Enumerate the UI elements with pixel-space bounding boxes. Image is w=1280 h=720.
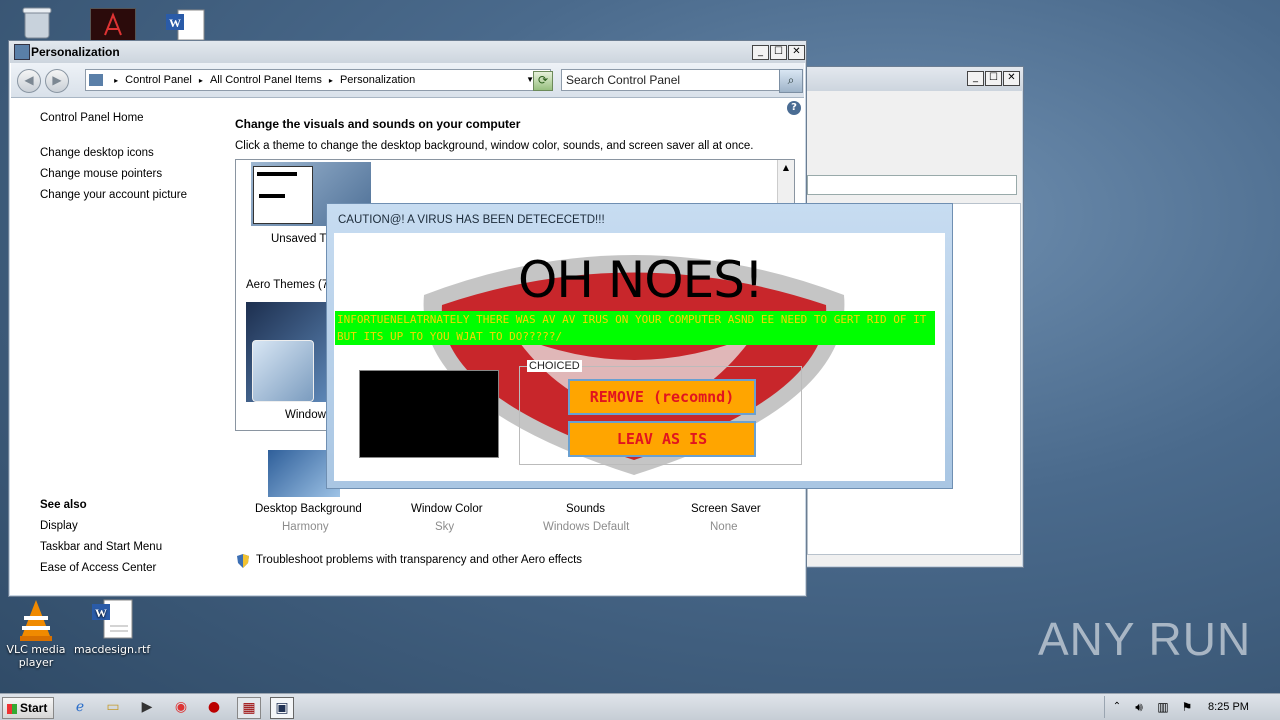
window-color-value: Sky [435,521,455,533]
page-subtext: Click a theme to change the desktop back… [235,140,754,152]
forward-button[interactable]: ▶ [45,69,69,93]
vlc-desktop-icon[interactable]: VLC media player [0,598,72,669]
ie-icon[interactable]: ℯ [69,697,91,717]
minimize-button[interactable]: _ [752,45,769,60]
windows-theme-label: Window [285,409,326,421]
taskbar-start-menu-link[interactable]: Taskbar and Start Menu [40,541,162,553]
word-doc-icon[interactable]: W [164,8,208,41]
chrome-icon[interactable]: ◉ [170,697,192,717]
recycle-bin-icon[interactable] [18,6,56,40]
anyrun-watermark: ANY RUN [1038,613,1252,665]
ease-of-access-link[interactable]: Ease of Access Center [40,562,156,574]
search-icon[interactable]: ⌕ [779,69,803,93]
explorer-icon[interactable]: ▭ [102,697,124,717]
macdesign-desktop-icon[interactable]: W macdesign.rtf [74,598,151,656]
breadcrumb-control-panel[interactable]: Control Panel [125,70,192,90]
change-mouse-pointers-link[interactable]: Change mouse pointers [40,168,162,180]
chevron-right-icon: ▸ [114,76,119,85]
start-button[interactable]: Start [2,697,54,719]
popup-title: CAUTION@! A VIRUS HAS BEEN DETECECETD!!! [338,214,605,226]
desktop-background-title[interactable]: Desktop Background [255,503,362,515]
svg-text:W: W [169,16,181,30]
screen-saver-value: None [710,521,738,533]
tray-expand-icon[interactable]: ⌃ [1106,697,1128,717]
sounds-value: Windows Default [543,521,630,533]
close-button[interactable]: ✕ [788,45,805,60]
windows-logo-icon [7,703,17,714]
window-color-title[interactable]: Window Color [411,503,483,515]
pdf-icon[interactable] [90,8,136,42]
popup-client: OH NOES! INFORTUENELATRNATELY THERE WAS … [334,233,945,481]
popup-headline: OH NOES! [518,251,764,309]
windows-theme-thumbnail[interactable] [246,302,328,402]
maximize-button[interactable]: ☐ [770,45,787,60]
media-player-icon[interactable]: ▶ [136,697,158,717]
popup-message: INFORTUENELATRNATELY THERE WAS AV AV IRU… [335,311,935,345]
black-image-box [359,370,499,458]
back-button[interactable]: ◀ [17,69,41,93]
see-also-heading: See also [40,499,87,511]
rtf-doc-icon: W [90,598,133,640]
title-bar[interactable] [9,41,806,63]
chevron-right-icon: ▸ [328,76,333,85]
bg-maximize-button[interactable]: ☐ [985,71,1002,86]
tray-divider [1104,696,1105,718]
unsaved-theme-label: Unsaved T [271,233,327,245]
help-icon[interactable]: ? [787,101,801,115]
change-account-picture-link[interactable]: Change your account picture [40,189,187,201]
pdf-app-icon[interactable]: ▦ [237,697,261,719]
screen-saver-title[interactable]: Screen Saver [691,503,761,515]
leave-as-is-button[interactable]: LEAV AS IS [568,421,756,457]
refresh-button[interactable]: ⟳ [533,71,553,91]
bg-minimize-button[interactable]: _ [967,71,984,86]
bg-close-button[interactable]: ✕ [1003,71,1020,86]
virus-popup: CAUTION@! A VIRUS HAS BEEN DETECECETD!!!… [326,203,953,489]
svg-text:W: W [95,606,107,620]
vlc-label: VLC media player [6,643,66,669]
change-desktop-icons-link[interactable]: Change desktop icons [40,147,154,159]
address-cp-icon [89,74,103,87]
breadcrumb-personalization[interactable]: Personalization [340,70,415,90]
troubleshoot-link[interactable]: Troubleshoot problems with transparency … [256,554,582,566]
network-icon[interactable]: ▥ [1152,697,1174,717]
remove-button[interactable]: REMOVE (recomnd) [568,379,756,415]
search-input[interactable]: Search Control Panel [561,69,781,91]
aero-themes-label: Aero Themes (7 [246,279,329,291]
bg-dropdown[interactable] [807,175,1017,195]
choices-group-label: CHOICED [527,360,582,372]
volume-icon[interactable]: 🔊︎ [1128,697,1150,717]
desktop-background-value: Harmony [282,521,329,533]
control-panel-icon [14,44,30,60]
control-panel-taskbar-icon[interactable]: ▣ [270,697,294,719]
window-title: Personalization [31,45,120,59]
opera-icon[interactable]: ● [203,697,225,717]
taskbar: Start ℯ ▭ ▶ ◉ ● ▦ ▣ ⌃ 🔊︎ ▥ ⚑ 8:25 PM [0,693,1280,720]
display-link[interactable]: Display [40,520,78,532]
control-panel-home-link[interactable]: Control Panel Home [40,112,144,124]
vlc-cone-icon [16,598,56,641]
action-center-flag-icon[interactable]: ⚑ [1176,697,1198,717]
macdesign-label: macdesign.rtf [74,643,151,656]
navigation-bar: ◀ ▶ ▸ Control Panel ▸ All Control Panel … [11,63,804,98]
scroll-up-icon[interactable]: ▲ [780,162,792,174]
breadcrumb-all-items[interactable]: All Control Panel Items [210,70,322,90]
address-bar[interactable]: ▸ Control Panel ▸ All Control Panel Item… [85,69,551,91]
chevron-right-icon: ▸ [198,76,203,85]
start-label: Start [20,701,48,715]
clock[interactable]: 8:25 PM [1208,701,1249,713]
sounds-title[interactable]: Sounds [566,503,605,515]
page-heading: Change the visuals and sounds on your co… [235,117,521,131]
shield-icon [237,554,249,568]
